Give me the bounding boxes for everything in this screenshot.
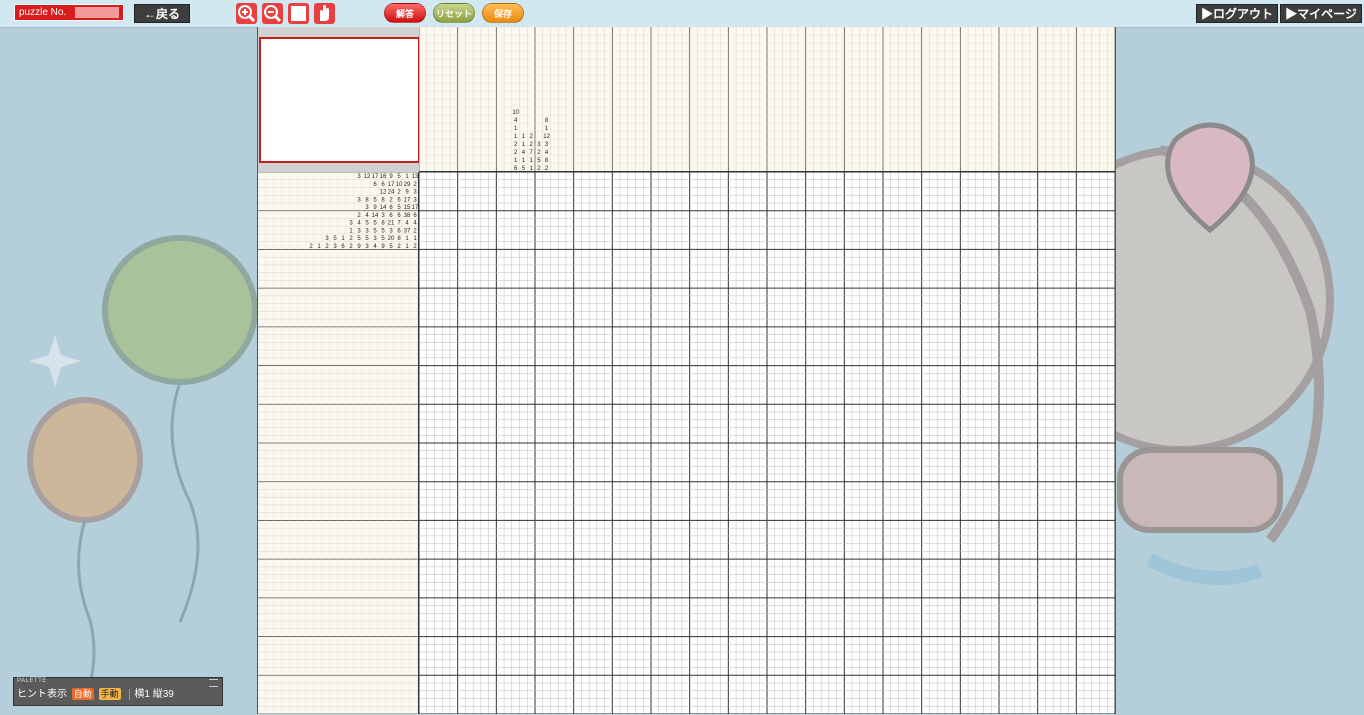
hand-icon[interactable]	[314, 3, 335, 24]
cursor-position: 横1 縦39	[129, 689, 174, 700]
palette-title: PALETTE	[17, 678, 47, 684]
row-clue-number: 5	[397, 174, 401, 180]
puzzle-number-badge: puzzle No.	[14, 4, 124, 21]
row-clue-number: 3	[325, 236, 329, 242]
column-clue-number: 10	[512, 110, 519, 116]
reset-button[interactable]: リセット	[433, 3, 475, 23]
palette-row: ヒント表示 自動 手動 横1 縦39	[17, 688, 174, 702]
row-clue-number: 3	[357, 197, 361, 203]
puzzle-grid[interactable]	[419, 172, 1115, 714]
row-clue-number: 5	[357, 236, 361, 242]
row-clue-number: 10	[396, 182, 403, 188]
white-square-icon[interactable]	[288, 3, 309, 24]
row-clue-number: 17	[388, 182, 395, 188]
row-clue-number: 2	[349, 236, 353, 242]
row-clue-number: 14	[372, 213, 379, 219]
preview-panel	[258, 27, 420, 172]
row-clue-number: 24	[388, 190, 395, 196]
row-clue-number: 6	[373, 182, 377, 188]
row-clue-number: 3	[413, 190, 417, 196]
row-clue-number: 37	[404, 228, 411, 234]
puzzle-number-label: puzzle No.	[19, 7, 67, 18]
hint-auto-button[interactable]: 自動	[71, 688, 94, 700]
row-clue-number: 15	[404, 205, 411, 211]
zoom-out-icon[interactable]	[262, 3, 283, 24]
answer-button[interactable]: 解答	[384, 3, 426, 23]
row-clue-number: 16	[380, 174, 387, 180]
row-clue-number: 5	[333, 236, 337, 242]
row-clue-number: 6	[397, 197, 401, 203]
row-clue-number: 20	[388, 236, 395, 242]
row-clue-number: 3	[357, 228, 361, 234]
row-clue-number: 1	[405, 174, 409, 180]
row-clue-number: 5	[381, 228, 385, 234]
puzzle-board: 10 4 1 1 2 2 1 6 1 1 4 1 5 2 2 7 1 1 3 2 5 2 8 1 12 3 4 8 2 3 12 17 16 9…	[257, 27, 1116, 714]
row-clue-number: 3	[365, 228, 369, 234]
zoom-in-icon[interactable]	[236, 3, 257, 24]
row-clue-number: 8	[381, 197, 385, 203]
row-clue-number: 4	[405, 221, 409, 227]
row-clue-number: 4	[413, 221, 417, 227]
row-clue-number: 3	[373, 236, 377, 242]
row-clue-number: 17	[404, 197, 411, 203]
row-clue-number: 6	[413, 213, 417, 219]
row-clue-number: 5	[381, 236, 385, 242]
row-clue-number: 6	[389, 213, 393, 219]
row-clue-number: 14	[380, 205, 387, 211]
row-clue-number: 17	[372, 174, 379, 180]
thumbnail-preview	[259, 37, 420, 163]
save-button[interactable]: 保存	[482, 3, 524, 23]
row-clue-number: 4	[357, 221, 361, 227]
row-clue-number: 29	[404, 182, 411, 188]
row-clue-number: 2	[413, 228, 417, 234]
row-clue-number: 17	[412, 205, 419, 211]
row-clue-number: 8	[381, 221, 385, 227]
row-clue-number: 1	[349, 228, 353, 234]
logout-button[interactable]: ▶ログアウト	[1196, 4, 1278, 23]
row-clue-number: 6	[381, 182, 385, 188]
column-clues: 1041122161141522711325281123482	[419, 27, 1115, 172]
hint-display-label: ヒント表示	[17, 689, 67, 700]
row-clue-number: 3	[413, 197, 417, 203]
row-clue-number: 13	[412, 174, 419, 180]
row-clue-number: 3	[357, 174, 361, 180]
puzzle-number-value	[75, 7, 119, 18]
row-clue-number: 2	[357, 213, 361, 219]
row-clue-number: 6	[397, 213, 401, 219]
row-clue-number: 5	[365, 236, 369, 242]
row-clue-number: 3	[389, 228, 393, 234]
row-clue-number: 3	[381, 213, 385, 219]
row-clue-number: 9	[405, 190, 409, 196]
row-clue-number: 5	[373, 197, 377, 203]
row-clues: 3 12 17 16 9 5 1 136 6 17 10 29 212 24 2 9 33 8 5 8 2 6 17 33 9 1…	[258, 172, 419, 714]
row-clue-number: 1	[413, 236, 417, 242]
row-clue-number: 8	[397, 236, 401, 242]
row-clue-number: 9	[389, 174, 393, 180]
palette-panel: PALETTE ヒント表示 自動 手動 横1 縦39	[13, 677, 223, 706]
top-toolbar: puzzle No. ←戻る 解答 リセット 保存 ▶ログアウト ▶マイページ	[0, 0, 1364, 28]
row-clue-number: 12	[380, 190, 387, 196]
column-clue-number: 12	[543, 134, 550, 140]
row-clue-number: 1	[405, 236, 409, 242]
row-clue-number: 2	[389, 197, 393, 203]
row-clue-number: 5	[373, 221, 377, 227]
row-clue-number: 4	[365, 213, 369, 219]
row-clue-number: 6	[397, 228, 401, 234]
row-clue-number: 12	[364, 174, 371, 180]
row-clue-number: 21	[388, 221, 395, 227]
row-clue-number: 7	[397, 221, 401, 227]
mypage-button[interactable]: ▶マイページ	[1280, 4, 1362, 23]
back-button[interactable]: ←戻る	[134, 4, 190, 23]
row-clue-number: 38	[404, 213, 411, 219]
row-clue-number: 5	[365, 221, 369, 227]
row-clue-number: 2	[413, 182, 417, 188]
row-clue-number: 3	[349, 221, 353, 227]
palette-menu-icon[interactable]	[209, 679, 218, 687]
row-clue-number: 5	[373, 228, 377, 234]
row-clue-number: 2	[397, 190, 401, 196]
row-clue-number: 8	[365, 197, 369, 203]
row-clue-number: 1	[341, 236, 345, 242]
hint-manual-button[interactable]: 手動	[98, 688, 121, 700]
